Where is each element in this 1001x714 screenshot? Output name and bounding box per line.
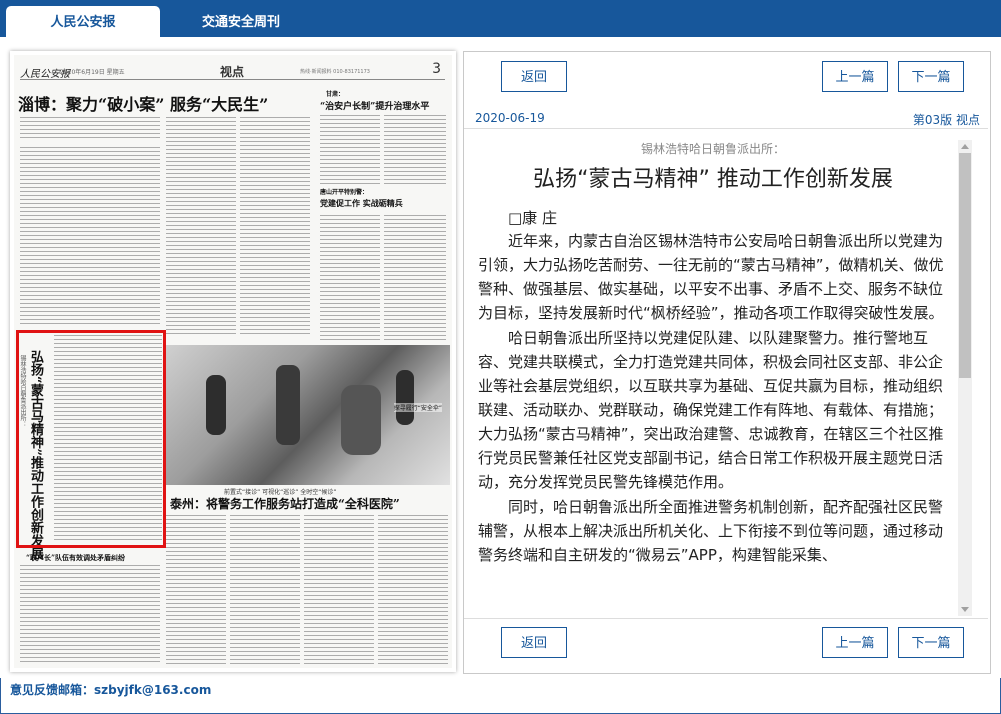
text-block [20,117,160,141]
text-block [304,515,374,665]
headline-gansu-kicker: 甘肃： [326,91,345,98]
news-photo[interactable]: 探寻履行“安全伞” [166,345,450,485]
text-block [378,515,448,665]
article-body[interactable]: 锡林浩特哈日朝鲁派出所： 弘扬“蒙古马精神” 推动工作创新发展 □康 庄 近年来… [468,134,958,616]
newspaper-page-panel: 人民公安报 2020年6月19日 星期五 视点 热线·新闻报料 010-8317… [10,51,456,672]
text-block [166,515,226,665]
article-date: 2020-06-19 [475,111,545,125]
scroll-down-arrow-icon[interactable] [958,604,972,616]
headline-taizhou[interactable]: 泰州：将警务工作服务站打造成“全科医院” [170,495,400,512]
back-button-bottom[interactable]: 返回 [501,627,567,658]
tab-renmin-gonganbao[interactable]: 人民公安报 [6,6,160,37]
newspaper-masthead: 人民公安报 2020年6月19日 星期五 视点 热线·新闻报料 010-8317… [20,61,445,80]
text-block [20,147,160,327]
article-subtitle: 锡林浩特哈日朝鲁派出所： [640,142,785,156]
photo-figure [206,375,226,435]
text-block [384,115,446,185]
text-block [20,565,160,665]
article-paragraph: 同时，哈日朝鲁派出所全面推进警务机制创新，配齐配强社区民警辅警，从根本上解决派出… [478,498,944,564]
headline-zibo[interactable]: 淄博：聚力“破小案” 服务“大民生” [18,91,268,115]
article-paragraph: 近年来，内蒙古自治区锡林浩特市公安局哈日朝鲁派出所以党建为引领，大力弘扬吃苦耐劳… [478,232,944,322]
photo-inset-caption: 探寻履行“安全伞” [393,403,442,412]
text-block [320,215,380,340]
article-panel: 返回 上一篇 下一篇 2020-06-19 第03版 视点 锡林浩特哈日朝鲁派出… [463,51,991,674]
article-author: □康 庄 [508,209,557,227]
selected-article-highlight[interactable] [16,330,166,548]
article-scrollbar[interactable] [958,140,972,616]
scroll-up-arrow-icon[interactable] [958,140,972,152]
text-block [320,115,380,185]
next-article-button[interactable]: 下一篇 [898,61,964,92]
photo-figure [341,385,381,455]
prev-article-button-bottom[interactable]: 上一篇 [822,627,888,658]
tab-jiaotong-anquan-zhoukan[interactable]: 交通安全周刊 [164,6,318,37]
prev-article-button[interactable]: 上一篇 [822,61,888,92]
newspaper-contact: 热线·新闻报料 010-83171173 [300,69,370,75]
newspaper-date: 2020年6月19日 星期五 [60,69,125,76]
newspaper-page[interactable]: 人民公安报 2020年6月19日 星期五 视点 热线·新闻报料 010-8317… [14,55,452,668]
photo-figure [276,365,300,445]
text-block [230,515,300,665]
headline-tangshan-kicker: 唐山开平特别警： [320,189,369,196]
scrollbar-thumb[interactable] [959,153,971,378]
divider [464,128,988,129]
article-page-label: 第03版 视点 [912,113,980,127]
top-tab-bar: 人民公安报 交通安全周刊 [0,0,1001,37]
newspaper-page-number: 3 [432,61,441,77]
text-block [384,215,446,340]
text-block [240,117,310,337]
back-button[interactable]: 返回 [501,61,567,92]
text-block [166,117,236,337]
article-title: 弘扬“蒙古马精神” 推动工作创新发展 [533,167,893,192]
newspaper-section: 视点 [220,65,245,79]
article-paragraph: 哈日朝鲁派出所坚持以党建促队建、以队建聚警力。推行警地互容、党建共联模式，全力打… [478,329,944,491]
next-article-button-bottom[interactable]: 下一篇 [898,627,964,658]
divider [464,618,988,619]
photo-figure [396,370,414,425]
headline-gansu[interactable]: “治安户长制”提升治理水平 [320,99,429,112]
feedback-email: 意见反馈邮箱：szbyjfk@163.com [10,683,212,697]
headline-tangshan[interactable]: 党建促工作 实战砺精兵 [320,198,403,209]
